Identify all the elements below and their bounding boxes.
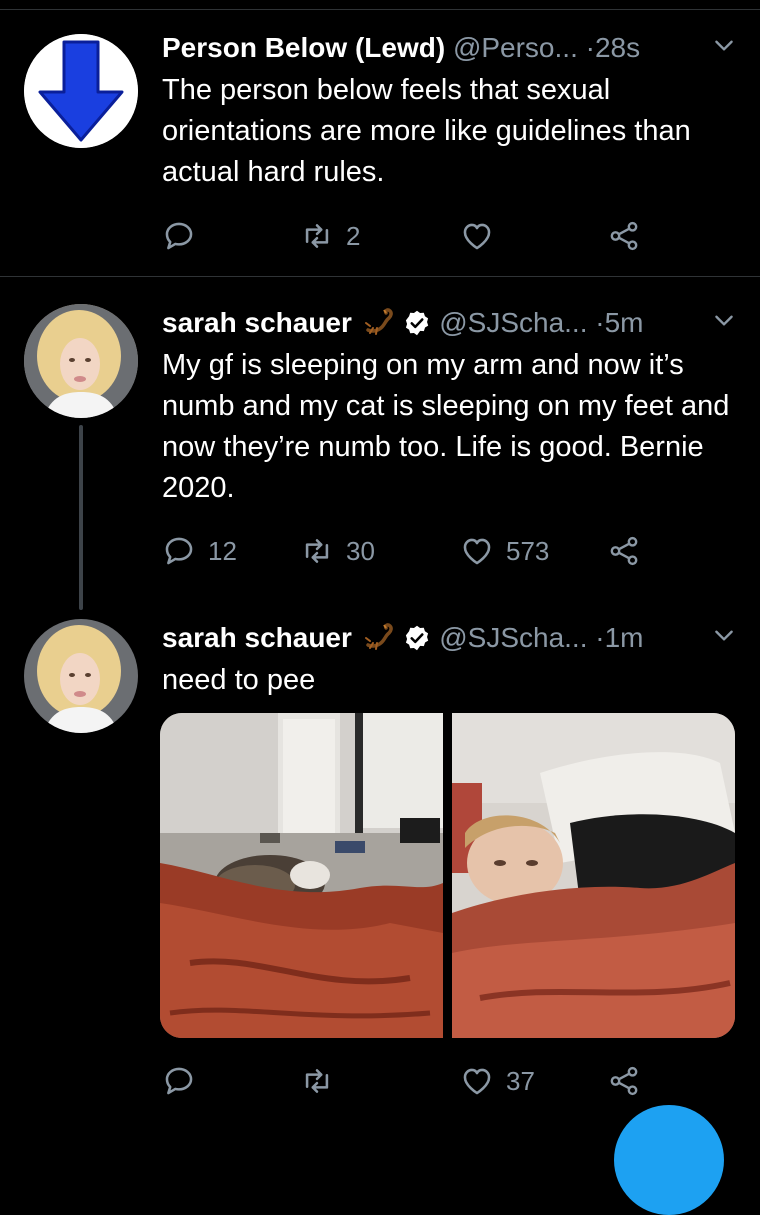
heart-icon: [463, 538, 491, 565]
reply-icon: [165, 222, 193, 250]
share-icon: [610, 1066, 638, 1096]
tweet-header: sarah schauer @SJScha... ·5m: [162, 301, 737, 345]
scorpion-icon: [364, 308, 393, 335]
retweet-icon: [305, 224, 329, 248]
verified-badge-icon: [406, 310, 429, 336]
heart-icon: [463, 1068, 491, 1095]
chevron-down-icon[interactable]: [711, 622, 737, 648]
photo-cat-on-bed[interactable]: [160, 713, 443, 1038]
profile-photo: [24, 619, 138, 733]
like-button[interactable]: [460, 216, 506, 256]
retweet-count: 30: [346, 535, 375, 566]
separator-dot: ·: [585, 32, 595, 63]
display-name[interactable]: Person Below (Lewd): [162, 32, 445, 63]
like-count: 37: [506, 1065, 535, 1096]
retweet-button[interactable]: [300, 1061, 346, 1101]
reply-button[interactable]: [162, 1061, 208, 1101]
reply-icon: [165, 1067, 193, 1095]
chevron-down-icon[interactable]: [711, 307, 737, 333]
avatar[interactable]: [24, 304, 138, 418]
profile-photo: [24, 304, 138, 418]
photo-person-under-blanket[interactable]: [452, 713, 735, 1038]
tweet-media[interactable]: [160, 713, 735, 1038]
reply-button[interactable]: 12: [162, 531, 237, 571]
like-button[interactable]: 573: [460, 531, 549, 571]
share-icon: [610, 221, 638, 251]
retweet-icon: [305, 539, 329, 563]
avatar[interactable]: [24, 34, 138, 148]
chevron-down-icon[interactable]: [711, 32, 737, 58]
share-button[interactable]: [607, 216, 641, 256]
retweet-button[interactable]: 2: [300, 216, 360, 256]
display-name[interactable]: sarah schauer: [162, 307, 352, 338]
retweet-count: 2: [346, 220, 361, 251]
verified-badge-icon: [406, 625, 429, 651]
handle[interactable]: @SJScha...: [439, 307, 587, 338]
tweet-text: need to pee: [162, 664, 316, 696]
retweet-button[interactable]: 30: [300, 531, 375, 571]
heart-icon: [463, 223, 491, 250]
display-name[interactable]: sarah schauer: [162, 622, 352, 653]
retweet-icon: [305, 1069, 329, 1093]
avatar[interactable]: [24, 619, 138, 733]
share-button[interactable]: [607, 1061, 641, 1101]
separator-dot: ·: [595, 307, 605, 338]
separator-dot: ·: [595, 622, 605, 653]
thread-line: [79, 425, 83, 610]
tweet-header: Person Below (Lewd) @Perso... ·28s: [162, 26, 737, 70]
share-button[interactable]: [607, 531, 641, 571]
timestamp[interactable]: 28s: [595, 32, 640, 63]
scorpion-icon: [364, 623, 393, 650]
handle[interactable]: @Perso...: [453, 32, 578, 63]
share-icon: [610, 536, 638, 566]
tweet-text: The person below feels that sexual orien…: [162, 74, 691, 188]
tweet-1[interactable]: Person Below (Lewd) @Perso... ·28s The p…: [0, 0, 760, 276]
timestamp[interactable]: 1m: [605, 622, 644, 653]
tweet-3[interactable]: sarah schauer @SJScha... ·1m need to pee: [0, 607, 760, 1135]
reply-button[interactable]: [162, 216, 208, 256]
reply-icon: [165, 537, 193, 565]
tweet-header: sarah schauer @SJScha... ·1m: [162, 616, 737, 660]
timestamp[interactable]: 5m: [605, 307, 644, 338]
like-button[interactable]: 37: [460, 1061, 535, 1101]
compose-tweet-button[interactable]: [614, 1105, 724, 1215]
arrow-down-icon: [24, 34, 138, 148]
handle[interactable]: @SJScha...: [439, 622, 587, 653]
tweet-text: My gf is sleeping on my arm and now it’s…: [162, 349, 730, 504]
like-count: 573: [506, 535, 550, 566]
reply-count: 12: [208, 535, 237, 566]
tweet-2[interactable]: sarah schauer @SJScha... ·5m My gf is sl…: [0, 277, 760, 610]
